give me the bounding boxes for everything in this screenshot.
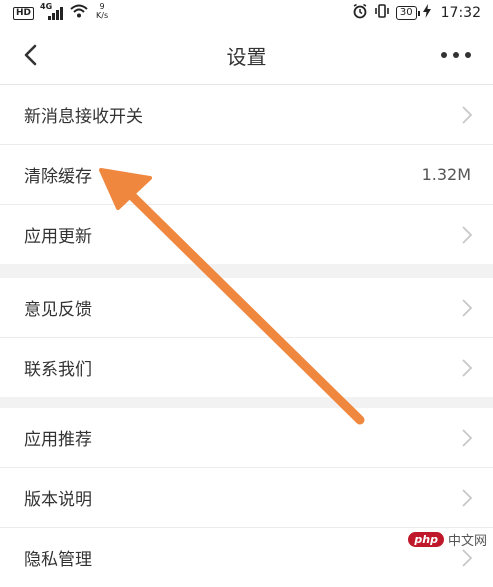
row-label: 应用推荐 [24,430,92,450]
row-message-toggle[interactable]: 新消息接收开关 [0,85,493,145]
more-button[interactable] [439,45,473,65]
chevron-right-icon [462,299,473,317]
settings-group-2: 意见反馈 联系我们 [0,278,493,397]
row-app-update[interactable]: 应用更新 [0,205,493,264]
cache-size-value: 1.32M [421,165,471,184]
charging-icon [422,4,431,22]
network-speed: 9 K/s [96,2,108,20]
chevron-right-icon [462,226,473,244]
chevron-right-icon [462,489,473,507]
watermark-text: 中文网 [447,534,487,549]
row-label: 版本说明 [24,490,92,510]
battery-indicator: 30 [395,6,420,20]
network-type: 4G [40,2,53,11]
watermark-logo: php [408,532,444,547]
row-feedback[interactable]: 意见反馈 [0,278,493,338]
wifi-icon [70,4,88,22]
chevron-right-icon [462,549,473,567]
chevron-right-icon [462,429,473,447]
chevron-right-icon [462,106,473,124]
row-label: 隐私管理 [24,550,92,570]
row-version-notes[interactable]: 版本说明 [0,468,493,528]
page-title: 设置 [226,45,267,69]
speed-value: 9 [99,2,105,11]
clock: 17:32 [440,5,481,21]
row-label: 清除缓存 [24,167,92,187]
row-label: 应用更新 [24,227,92,247]
watermark: php 中文网 [408,530,487,549]
row-contact-us[interactable]: 联系我们 [0,338,493,397]
speed-unit: K/s [96,11,109,20]
row-label: 意见反馈 [24,300,92,320]
signal-icon: 4G [40,2,64,21]
more-dots-icon [441,52,471,58]
alarm-icon [352,3,368,23]
row-app-recommend[interactable]: 应用推荐 [0,408,493,468]
row-label: 新消息接收开关 [24,107,143,127]
chevron-right-icon [462,359,473,377]
settings-group-3: 应用推荐 版本说明 隐私管理 [0,408,493,587]
nav-bar: 设置 [0,26,493,85]
row-label: 联系我们 [24,360,92,380]
hd-badge: HD [13,6,35,20]
vibrate-icon [374,3,390,23]
status-bar: HD 4G 9 K/s 30 17:32 [0,0,493,26]
settings-group-1: 新消息接收开关 清除缓存 1.32M 应用更新 [0,85,493,264]
row-clear-cache[interactable]: 清除缓存 1.32M [0,145,493,205]
